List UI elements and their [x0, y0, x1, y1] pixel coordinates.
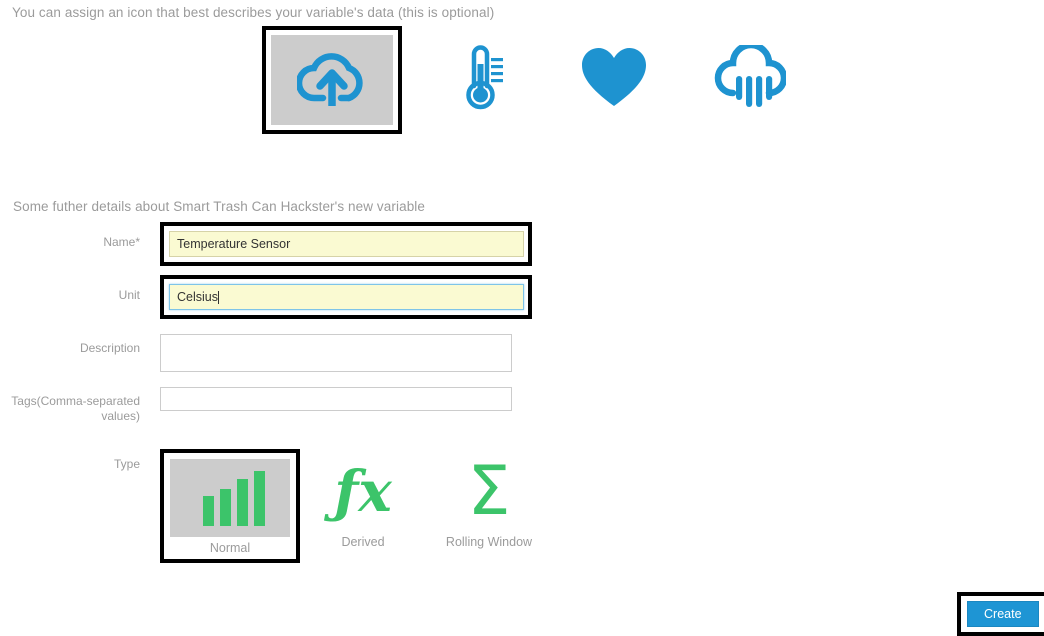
name-input[interactable]: Temperature Sensor	[169, 231, 524, 257]
thermometer-icon	[466, 45, 503, 110]
icon-option-cloud-upload[interactable]	[262, 26, 402, 134]
type-option-normal-surface	[170, 459, 290, 537]
type-option-normal-label: Normal	[209, 541, 251, 555]
icon-option-rain-cloud-surface	[714, 45, 786, 111]
unit-field-highlight: Celsius	[160, 275, 532, 319]
form-row-description: Description	[0, 328, 560, 372]
type-option-derived-label: Derived	[341, 535, 385, 549]
tags-field-wrap	[160, 381, 512, 411]
tags-label: Tags(Comma-separated values)	[11, 394, 140, 423]
type-option-rolling-window-surface: Σ	[426, 453, 552, 531]
unit-label: Unit	[118, 288, 140, 302]
name-field-highlight: Temperature Sensor	[160, 222, 532, 266]
icon-option-heart-surface	[579, 46, 649, 110]
name-label: Name*	[103, 235, 140, 249]
fx-icon: ƒx	[334, 459, 392, 525]
create-button[interactable]: Create	[967, 601, 1039, 627]
form-row-unit: Unit Celsius	[0, 275, 560, 319]
text-caret	[218, 290, 219, 304]
tags-input[interactable]	[160, 387, 512, 411]
rain-cloud-icon	[714, 45, 786, 107]
type-chooser: Normal ƒx Derived Σ Rolling Window	[160, 449, 552, 563]
unit-input-value-row: Celsius	[177, 288, 516, 306]
type-option-rolling-window-label: Rolling Window	[445, 535, 533, 549]
form-row-tags: Tags(Comma-separated values)	[0, 381, 560, 425]
description-input[interactable]	[160, 334, 512, 372]
unit-input[interactable]: Celsius	[169, 284, 524, 310]
icon-chooser	[262, 26, 826, 134]
type-option-derived[interactable]: ƒx Derived	[300, 449, 426, 549]
tags-input-value	[168, 391, 504, 407]
unit-input-value: Celsius	[177, 290, 218, 304]
description-field-wrap	[160, 328, 512, 372]
variable-details-form: Name* Temperature Sensor Unit Celsius De…	[0, 222, 560, 563]
description-input-value	[168, 338, 504, 368]
form-row-name: Name* Temperature Sensor	[0, 222, 560, 266]
type-option-normal[interactable]: Normal	[160, 449, 300, 563]
icon-option-thermometer[interactable]	[418, 26, 538, 130]
cloud-upload-icon	[297, 53, 363, 106]
type-option-rolling-window[interactable]: Σ Rolling Window	[426, 449, 552, 550]
type-option-derived-surface: ƒx	[300, 453, 426, 531]
description-label: Description	[79, 341, 140, 355]
name-input-value: Temperature Sensor	[177, 237, 291, 251]
icon-help-text: You can assign an icon that best describ…	[12, 5, 495, 20]
icon-option-rain-cloud[interactable]	[690, 26, 810, 130]
type-label: Type	[113, 457, 140, 471]
sigma-icon: Σ	[467, 452, 511, 531]
icon-option-heart[interactable]	[554, 26, 674, 130]
icon-option-cloud-upload-surface	[271, 35, 393, 125]
bar-chart-icon	[203, 471, 265, 526]
heart-icon	[582, 48, 646, 106]
create-button-highlight: Create	[957, 592, 1044, 636]
details-caption: Some futher details about Smart Trash Ca…	[13, 199, 426, 214]
icon-option-thermometer-surface	[451, 42, 505, 114]
form-row-type: Type Normal ƒx Derived Σ Rolling Window	[0, 449, 560, 563]
